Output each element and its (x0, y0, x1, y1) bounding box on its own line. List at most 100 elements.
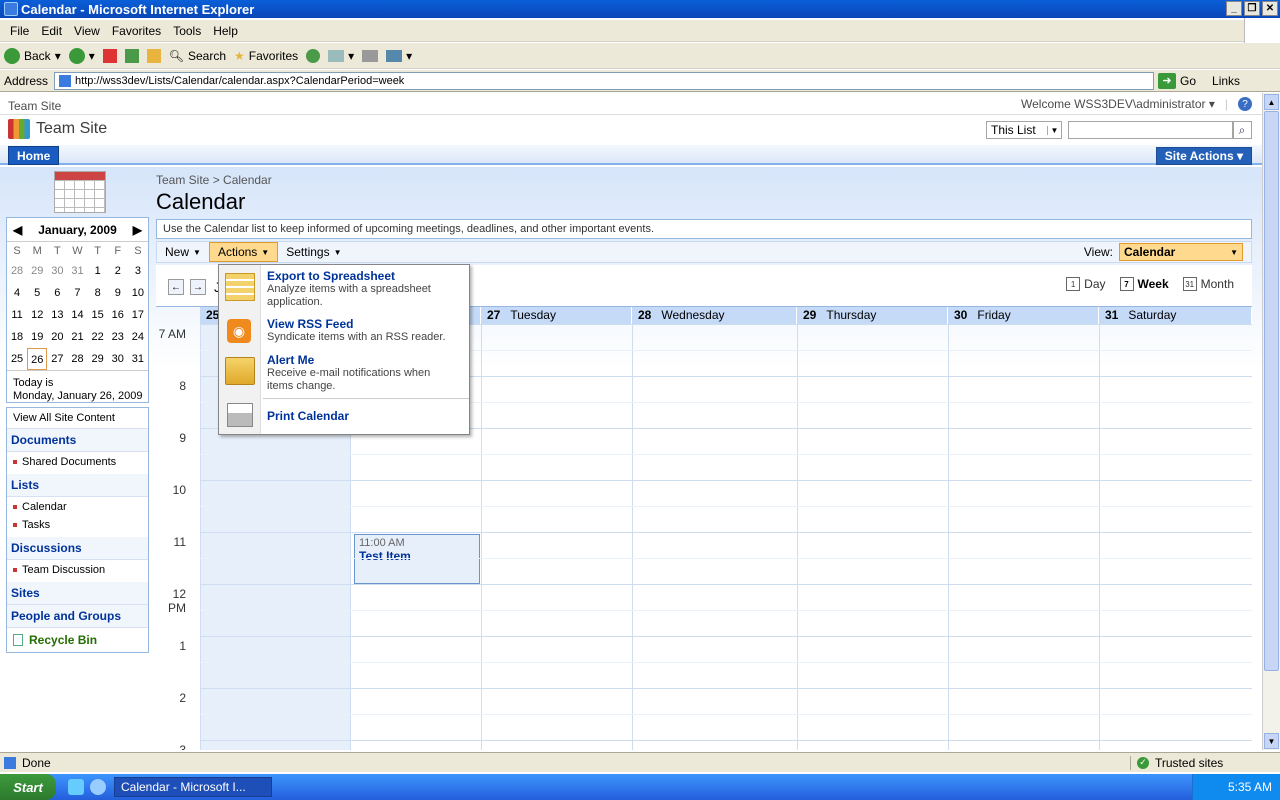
date-cell[interactable]: 4 (7, 282, 27, 304)
date-cell[interactable]: 22 (88, 326, 108, 348)
history-button[interactable] (306, 48, 321, 63)
day-header[interactable]: 31 Saturday (1099, 307, 1252, 324)
date-cell[interactable]: 9 (108, 282, 128, 304)
date-cell[interactable]: 19 (27, 326, 47, 348)
new-menu[interactable]: New ▼ (157, 242, 209, 262)
forward-button[interactable]: ▾ (68, 47, 95, 64)
date-cell[interactable]: 23 (108, 326, 128, 348)
menu-edit[interactable]: Edit (35, 24, 68, 38)
ql-documents[interactable]: Documents (7, 429, 148, 452)
date-cell[interactable]: 30 (47, 260, 67, 282)
prev-month-button[interactable]: ◀ (13, 223, 22, 237)
date-cell[interactable]: 24 (128, 326, 148, 348)
top-breadcrumb[interactable]: Team Site (8, 99, 61, 113)
day-view-link[interactable]: 1 Day (1066, 277, 1106, 291)
date-cell[interactable]: 13 (47, 304, 67, 326)
stop-button[interactable] (102, 48, 117, 63)
welcome-menu[interactable]: Welcome WSS3DEV\administrator ▾ (1021, 97, 1215, 111)
date-cell[interactable]: 27 (47, 348, 67, 370)
date-cell[interactable]: 2 (108, 260, 128, 282)
tab-home[interactable]: Home (8, 146, 60, 165)
menu-view[interactable]: View (68, 24, 106, 38)
date-cell[interactable]: 25 (7, 348, 27, 370)
date-cell[interactable]: 17 (128, 304, 148, 326)
home-button[interactable] (146, 48, 161, 63)
close-button[interactable]: ✕ (1262, 1, 1278, 16)
next-month-button[interactable]: ▶ (133, 223, 142, 237)
ql-discussions[interactable]: Discussions (7, 537, 148, 560)
date-cell[interactable]: 26 (27, 348, 48, 370)
back-button[interactable]: Back ▾ (4, 47, 61, 64)
edit-button[interactable]: ▾ (386, 49, 412, 63)
help-icon[interactable]: ? (1238, 97, 1252, 111)
recycle-bin-link[interactable]: Recycle Bin (7, 628, 148, 652)
search-button[interactable]: 🔍︎ Search (169, 49, 226, 63)
day-header[interactable]: 29 Thursday (797, 307, 948, 324)
date-cell[interactable]: 16 (108, 304, 128, 326)
date-cell[interactable]: 5 (27, 282, 47, 304)
refresh-button[interactable] (124, 48, 139, 63)
ql-tasks[interactable]: Tasks (7, 515, 148, 537)
next-week-button[interactable]: → (190, 279, 206, 295)
date-cell[interactable]: 30 (108, 348, 128, 370)
date-cell[interactable]: 10 (128, 282, 148, 304)
quicklaunch-explorer-icon[interactable] (90, 779, 106, 795)
export-spreadsheet-item[interactable]: Export to Spreadsheet Analyze items with… (219, 269, 469, 313)
calendar-event[interactable]: 11:00 AM Test Item (354, 534, 480, 584)
week-view-link[interactable]: 7 Week (1119, 277, 1169, 291)
scroll-up-button[interactable]: ▲ (1264, 94, 1279, 110)
start-button[interactable]: Start (0, 774, 56, 800)
prev-week-button[interactable]: ← (168, 279, 184, 295)
date-cell[interactable]: 28 (7, 260, 27, 282)
search-go-button[interactable]: ⌕ (1232, 121, 1252, 139)
actions-menu[interactable]: Actions ▼ (208, 242, 279, 262)
date-cell[interactable]: 6 (47, 282, 67, 304)
date-cell[interactable]: 31 (128, 348, 148, 370)
vertical-scrollbar[interactable]: ▲ ▼ (1262, 93, 1280, 750)
search-input[interactable] (1068, 121, 1234, 139)
menu-file[interactable]: File (4, 24, 35, 38)
menu-help[interactable]: Help (207, 24, 244, 38)
scroll-down-button[interactable]: ▼ (1264, 733, 1279, 749)
menu-tools[interactable]: Tools (167, 24, 207, 38)
date-cell[interactable]: 18 (7, 326, 27, 348)
date-cell[interactable]: 12 (27, 304, 47, 326)
favorites-button[interactable]: ★ Favorites (234, 49, 298, 63)
day-header[interactable]: 28 Wednesday (632, 307, 797, 324)
date-cell[interactable]: 29 (88, 348, 108, 370)
date-cell[interactable]: 20 (47, 326, 67, 348)
day-header[interactable]: 30 Friday (948, 307, 1099, 324)
date-cell[interactable]: 1 (88, 260, 108, 282)
maximize-button[interactable]: ❐ (1244, 1, 1260, 16)
search-scope-select[interactable]: This List ▼ (986, 121, 1062, 139)
ql-people-groups[interactable]: People and Groups (7, 605, 148, 628)
date-cell[interactable]: 8 (88, 282, 108, 304)
date-cell[interactable]: 31 (67, 260, 87, 282)
print-button[interactable] (362, 49, 379, 62)
date-cell[interactable]: 28 (67, 348, 87, 370)
date-cell[interactable]: 7 (67, 282, 87, 304)
alert-me-item[interactable]: Alert Me Receive e-mail notifications wh… (219, 353, 469, 393)
date-cell[interactable]: 11 (7, 304, 27, 326)
scroll-thumb[interactable] (1264, 111, 1279, 671)
date-cell[interactable]: 15 (88, 304, 108, 326)
site-title[interactable]: Team Site (8, 119, 107, 139)
date-cell[interactable]: 29 (27, 260, 47, 282)
ql-lists[interactable]: Lists (7, 474, 148, 497)
menu-favorites[interactable]: Favorites (106, 24, 167, 38)
taskbar-ie-window[interactable]: Calendar - Microsoft I... (114, 777, 272, 797)
view-select[interactable]: Calendar ▼ (1119, 243, 1243, 261)
links-button[interactable]: Links (1212, 74, 1240, 88)
day-header[interactable]: 27 Tuesday (481, 307, 632, 324)
site-actions-button[interactable]: Site Actions ▾ (1155, 147, 1252, 165)
mail-button[interactable]: ▾ (328, 49, 354, 63)
quicklaunch-ie-icon[interactable] (68, 779, 84, 795)
minimize-button[interactable]: _ (1226, 1, 1242, 16)
address-input[interactable]: http://wss3dev/Lists/Calendar/calendar.a… (54, 71, 1155, 90)
ql-sites[interactable]: Sites (7, 582, 148, 605)
print-calendar-item[interactable]: Print Calendar (219, 403, 469, 431)
view-all-content-link[interactable]: View All Site Content (7, 408, 148, 429)
date-cell[interactable]: 3 (128, 260, 148, 282)
go-button[interactable]: ➜ Go (1158, 72, 1196, 89)
view-rss-feed-item[interactable]: ◉ View RSS Feed Syndicate items with an … (219, 317, 469, 351)
